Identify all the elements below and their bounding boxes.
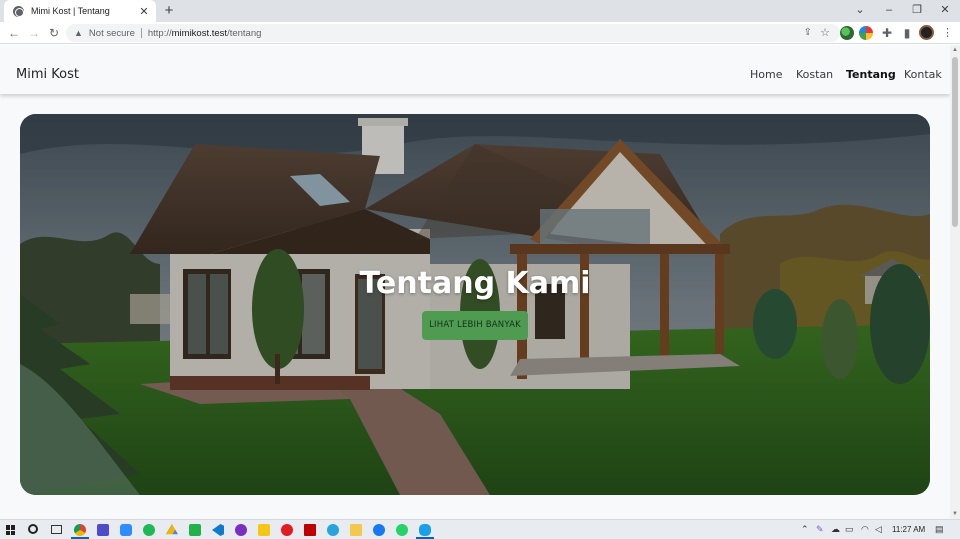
reload-icon[interactable]: ↻ <box>46 25 62 41</box>
url-path[interactable]: /tentang <box>227 28 261 39</box>
notes-icon[interactable] <box>258 524 270 536</box>
battery-icon[interactable]: ▭ <box>845 524 854 535</box>
nav-link-tentang[interactable]: Tentang <box>846 68 896 81</box>
site-navbar: Mimi Kost Home Kostan Tentang Kontak <box>0 45 950 94</box>
maximize-button[interactable]: ❐ <box>902 0 932 22</box>
forward-icon[interactable]: → <box>26 25 42 41</box>
address-bar[interactable]: ▲ Not secure http://mimikost.test/tentan… <box>66 24 840 42</box>
extension-icon[interactable] <box>840 26 854 40</box>
windows-taskbar: ⌃ ✎ ☁ ▭ ◠ ◁ 11:27 AM ▤ <box>0 519 960 539</box>
app-icon[interactable] <box>419 524 431 536</box>
hero-overlay <box>20 114 930 495</box>
vscode-icon[interactable] <box>212 524 224 536</box>
tray-chevron-icon[interactable]: ⌃ <box>801 524 809 535</box>
tab-title: Mimi Kost | Tentang <box>31 6 110 16</box>
page-viewport: Mimi Kost Home Kostan Tentang Kontak Ten… <box>0 45 950 519</box>
search-icon[interactable] <box>28 524 38 534</box>
tab-strip: Mimi Kost | Tentang ✕ + ⌄ – ❐ ✕ <box>0 0 960 22</box>
tab-search-icon[interactable]: ⌄ <box>845 0 875 22</box>
nav-link-kostan[interactable]: Kostan <box>796 68 833 81</box>
messenger-icon[interactable] <box>373 524 385 536</box>
divider <box>140 28 142 38</box>
scroll-down-arrow-icon[interactable]: ▼ <box>950 509 960 519</box>
url-scheme[interactable]: http:// <box>148 28 172 39</box>
app-icon[interactable] <box>189 524 201 536</box>
notifications-icon[interactable]: ▤ <box>935 524 944 535</box>
back-icon[interactable]: ← <box>6 25 22 41</box>
file-explorer-icon[interactable] <box>350 524 362 536</box>
volume-icon[interactable]: ◁ <box>875 524 882 535</box>
filezilla-icon[interactable] <box>304 524 316 536</box>
minimize-button[interactable]: – <box>874 0 904 22</box>
pen-icon[interactable]: ✎ <box>816 524 824 535</box>
task-view-icon[interactable] <box>51 525 62 534</box>
nav-link-kontak[interactable]: Kontak <box>904 68 942 81</box>
hero-banner: Tentang Kami LIHAT LEBIH BANYAK <box>20 114 930 495</box>
telegram-icon[interactable] <box>327 524 339 536</box>
hero-title: Tentang Kami <box>359 266 591 301</box>
browser-tab[interactable]: Mimi Kost | Tentang ✕ <box>4 0 156 22</box>
app-icon[interactable] <box>97 524 109 536</box>
zoom-icon[interactable] <box>120 524 132 536</box>
browser-toolbar: ← → ↻ ▲ Not secure http://mimikost.test /… <box>0 22 960 44</box>
globe-icon <box>13 5 24 17</box>
close-tab-icon[interactable]: ✕ <box>138 5 150 18</box>
side-panel-icon[interactable]: ▮ <box>899 25 915 41</box>
site-brand[interactable]: Mimi Kost <box>16 67 79 82</box>
windows-start-icon[interactable] <box>6 525 16 535</box>
security-label[interactable]: Not secure <box>89 28 135 39</box>
color-picker-extension-icon[interactable] <box>859 26 873 40</box>
app-icon[interactable] <box>281 524 293 536</box>
page-scrollbar[interactable]: ▲ ▼ <box>950 45 960 519</box>
bookmark-star-icon[interactable]: ☆ <box>820 26 830 39</box>
extensions-puzzle-icon[interactable]: ✚ <box>879 25 895 41</box>
taskbar-clock[interactable]: 11:27 AM <box>892 525 925 534</box>
scroll-up-arrow-icon[interactable]: ▲ <box>950 45 960 55</box>
drive-icon[interactable] <box>166 524 178 535</box>
wifi-icon[interactable]: ◠ <box>861 524 869 535</box>
chrome-icon[interactable] <box>74 524 86 536</box>
new-tab-button[interactable]: + <box>161 3 177 19</box>
profile-avatar[interactable] <box>919 25 934 40</box>
nav-link-home[interactable]: Home <box>750 68 782 81</box>
see-more-button[interactable]: LIHAT LEBIH BANYAK <box>422 311 528 340</box>
scrollbar-thumb[interactable] <box>952 57 958 227</box>
spotify-icon[interactable] <box>143 524 155 536</box>
onedrive-icon[interactable]: ☁ <box>831 524 840 535</box>
whatsapp-icon[interactable] <box>396 524 408 536</box>
share-icon[interactable]: ⇪ <box>804 27 812 38</box>
close-window-button[interactable]: ✕ <box>930 0 960 22</box>
warning-icon[interactable]: ▲ <box>74 28 83 38</box>
browser-menu-icon[interactable]: ⋮ <box>942 25 953 41</box>
url-host[interactable]: mimikost.test <box>172 28 227 39</box>
app-icon[interactable] <box>235 524 247 536</box>
